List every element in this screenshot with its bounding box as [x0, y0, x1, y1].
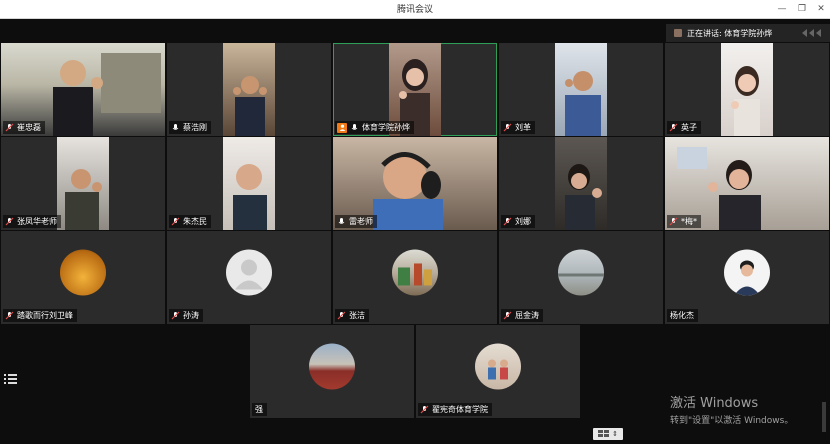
participant-name: 体育学院孙烨	[362, 123, 410, 132]
avatar	[392, 248, 438, 295]
list-icon[interactable]	[4, 370, 18, 384]
participant-tile[interactable]: 孙涛	[167, 231, 331, 324]
participant-label: 翟宪奇体育学院	[418, 403, 492, 416]
participant-tile[interactable]: 屈金涛	[499, 231, 663, 324]
avatar	[558, 248, 604, 295]
speaker-avatar	[674, 29, 682, 37]
mic-icon	[171, 123, 180, 132]
active-speaker-text: 正在讲话: 体育学院孙烨	[687, 28, 773, 38]
participant-tile[interactable]: *梅*	[665, 137, 829, 230]
avatar	[724, 248, 770, 295]
default-avatar-icon	[226, 248, 272, 295]
participant-label: 刘革	[501, 121, 535, 134]
participant-name: 翟宪奇体育学院	[432, 405, 488, 414]
participant-label: 崔忠磊	[3, 121, 45, 134]
participant-name: 屈金涛	[515, 311, 539, 320]
participant-tile[interactable]: 崔忠磊	[1, 43, 165, 136]
participant-name: 孙涛	[183, 311, 199, 320]
avatar	[309, 342, 355, 389]
participant-tile[interactable]: 朱杰民	[167, 137, 331, 230]
mic-muted-icon	[420, 405, 429, 414]
mic-muted-icon	[669, 123, 678, 132]
window-title: 腾讯会议	[396, 5, 433, 15]
close-icon[interactable]: ✕	[815, 3, 827, 15]
participant-name: 英子	[681, 123, 697, 132]
participant-tile[interactable]: 刘革	[499, 43, 663, 136]
participant-label: 英子	[667, 121, 701, 134]
participant-label: 朱杰民	[169, 215, 211, 228]
video-feed	[223, 137, 275, 230]
participant-name: 刘革	[515, 123, 531, 132]
participant-name: 雷老师	[349, 217, 373, 226]
video-grid: 崔忠磊 蔡浩刚 体育学院孙烨 刘革 英子 张凤华老师 朱杰民 雷老师 刘娜 *梅…	[0, 19, 830, 444]
view-switch-button[interactable]: ⇕	[593, 428, 623, 440]
video-feed	[555, 43, 607, 136]
mic-muted-icon	[503, 123, 512, 132]
watermark-title: 激活 Windows	[670, 396, 759, 411]
participant-tile-active[interactable]: 体育学院孙烨	[333, 43, 497, 136]
mic-muted-icon	[337, 311, 346, 320]
video-feed	[223, 43, 275, 136]
mic-icon	[350, 123, 359, 132]
video-feed	[721, 43, 773, 136]
participant-tile[interactable]: 强	[250, 325, 414, 418]
participant-label: 踏歌而行刘卫峰	[3, 309, 77, 322]
participant-name: 杨化杰	[670, 311, 694, 320]
mic-icon	[337, 217, 346, 226]
participant-name: 强	[255, 405, 263, 414]
host-icon	[337, 122, 347, 133]
grid-view-icon	[598, 430, 610, 437]
restore-icon[interactable]: ❐	[796, 3, 808, 15]
avatar	[60, 248, 106, 295]
participant-name: 刘娜	[515, 217, 531, 226]
minimize-icon[interactable]: —	[776, 3, 788, 15]
active-speaker-bar: 正在讲话: 体育学院孙烨	[666, 24, 830, 42]
participant-tile[interactable]: 张洁	[333, 231, 497, 324]
participant-label: 张凤华老师	[3, 215, 61, 228]
avatar	[475, 342, 521, 389]
participant-name: 蔡浩刚	[183, 123, 207, 132]
scrollbar[interactable]	[822, 402, 826, 432]
participant-name: 踏歌而行刘卫峰	[17, 311, 73, 320]
mic-muted-icon	[171, 217, 180, 226]
watermark-subtitle: 转到"设置"以激活 Windows。	[670, 416, 794, 426]
windows-activation-watermark: 激活 Windows 转到"设置"以激活 Windows。	[670, 392, 793, 426]
video-feed	[57, 137, 109, 230]
participant-name: 张洁	[349, 311, 365, 320]
mic-muted-icon	[171, 311, 180, 320]
participant-label: 强	[252, 403, 267, 416]
video-feed	[555, 137, 607, 230]
participant-label: 杨化杰	[667, 309, 698, 322]
participant-label: *梅*	[667, 215, 701, 228]
mic-muted-icon	[5, 123, 14, 132]
mic-muted-icon	[5, 217, 14, 226]
participant-name: 崔忠磊	[17, 123, 41, 132]
mic-muted-icon	[503, 311, 512, 320]
participant-label: 孙涛	[169, 309, 203, 322]
participant-label: 刘娜	[501, 215, 535, 228]
participant-tile[interactable]: 英子	[665, 43, 829, 136]
chevron-updown-icon: ⇕	[612, 430, 618, 438]
mic-muted-icon	[5, 311, 14, 320]
participant-tile[interactable]: 雷老师	[333, 137, 497, 230]
participant-name: 朱杰民	[183, 217, 207, 226]
participant-label: 屈金涛	[501, 309, 543, 322]
participant-tile[interactable]: 杨化杰	[665, 231, 829, 324]
title-bar: 腾讯会议 — ❐ ✕	[0, 0, 830, 19]
participant-label: 张洁	[335, 309, 369, 322]
participant-tile[interactable]: 翟宪奇体育学院	[416, 325, 580, 418]
participant-tile[interactable]: 刘娜	[499, 137, 663, 230]
mic-muted-icon	[669, 217, 678, 226]
participant-tile[interactable]: 张凤华老师	[1, 137, 165, 230]
participant-label: 体育学院孙烨	[335, 121, 414, 134]
participant-label: 雷老师	[335, 215, 377, 228]
participant-label: 蔡浩刚	[169, 121, 211, 134]
mic-muted-icon	[503, 217, 512, 226]
participant-tile[interactable]: 蔡浩刚	[167, 43, 331, 136]
participant-tile[interactable]: 踏歌而行刘卫峰	[1, 231, 165, 324]
sound-wave-icon	[800, 28, 824, 38]
participant-name: 张凤华老师	[17, 217, 57, 226]
participant-name: *梅*	[681, 217, 697, 226]
